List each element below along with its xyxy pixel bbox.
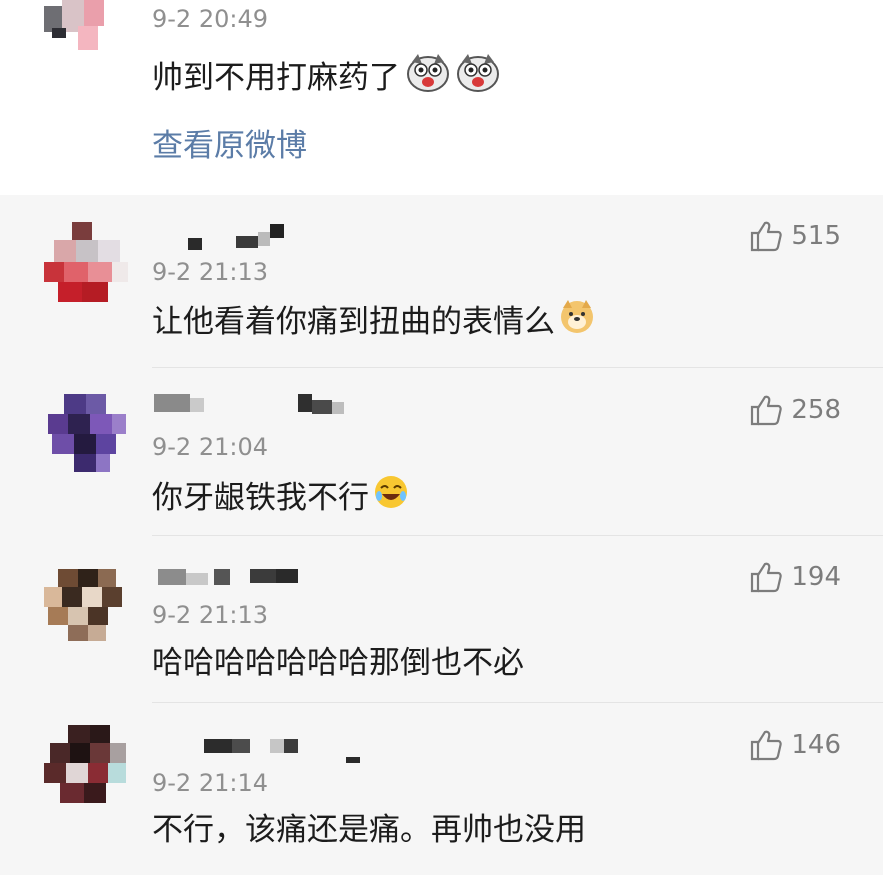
like-button[interactable]: 146 (749, 729, 841, 761)
comment-text-row: 你牙龈铁我不行 (152, 474, 409, 522)
husky-emoji-icon (456, 52, 500, 104)
comment-item: 9-2 21:13 哈哈哈哈哈哈哈那倒也不必 194 (0, 535, 883, 703)
thumbs-up-icon (749, 394, 783, 426)
doge-emoji-icon (559, 298, 595, 346)
comment-text-row: 不行，该痛还是痛。再帅也没用 (152, 808, 586, 852)
comment-time: 9-2 21:04 (152, 433, 268, 461)
like-count: 194 (791, 562, 841, 592)
comment-item: 9-2 21:14 不行，该痛还是痛。再帅也没用 146 (0, 703, 883, 869)
view-original-link[interactable]: 查看原微博 (152, 126, 307, 166)
husky-emoji-icon (406, 52, 450, 104)
like-count: 146 (791, 730, 841, 760)
thumbs-up-icon (749, 561, 783, 593)
comment-time: 9-2 20:49 (152, 5, 268, 33)
comment-text: 你牙龈铁我不行 (152, 480, 369, 516)
thumbs-up-icon (749, 220, 783, 252)
avatar[interactable] (32, 0, 122, 50)
avatar[interactable] (44, 222, 128, 302)
top-comment: 9-2 20:49 帅到不用打麻药了 查看原微博 (0, 0, 883, 195)
comment-time: 9-2 21:13 (152, 258, 268, 286)
comment-time: 9-2 21:13 (152, 601, 268, 629)
like-button[interactable]: 515 (749, 220, 841, 252)
comment-text: 哈哈哈哈哈哈哈那倒也不必 (152, 645, 524, 681)
comment-text: 不行，该痛还是痛。再帅也没用 (152, 812, 586, 848)
avatar[interactable] (44, 725, 128, 805)
comment-text: 帅到不用打麻药了 (152, 60, 400, 96)
avatar[interactable] (44, 563, 128, 643)
laugh-cry-emoji-icon (373, 474, 409, 522)
thumbs-up-icon (749, 729, 783, 761)
comment-text-row: 帅到不用打麻药了 (152, 52, 500, 104)
like-button[interactable]: 194 (749, 561, 841, 593)
comment-text: 让他看着你痛到扭曲的表情么 (152, 304, 555, 340)
avatar[interactable] (44, 394, 128, 474)
like-button[interactable]: 258 (749, 394, 841, 426)
like-count: 515 (791, 221, 841, 251)
like-count: 258 (791, 395, 841, 425)
comment-text-row: 让他看着你痛到扭曲的表情么 (152, 298, 595, 346)
comment-item: 9-2 21:13 让他看着你痛到扭曲的表情么 515 (0, 200, 883, 368)
comment-time: 9-2 21:14 (152, 769, 268, 797)
comment-item: 9-2 21:04 你牙龈铁我不行 258 (0, 368, 883, 536)
comment-text-row: 哈哈哈哈哈哈哈那倒也不必 (152, 641, 524, 685)
